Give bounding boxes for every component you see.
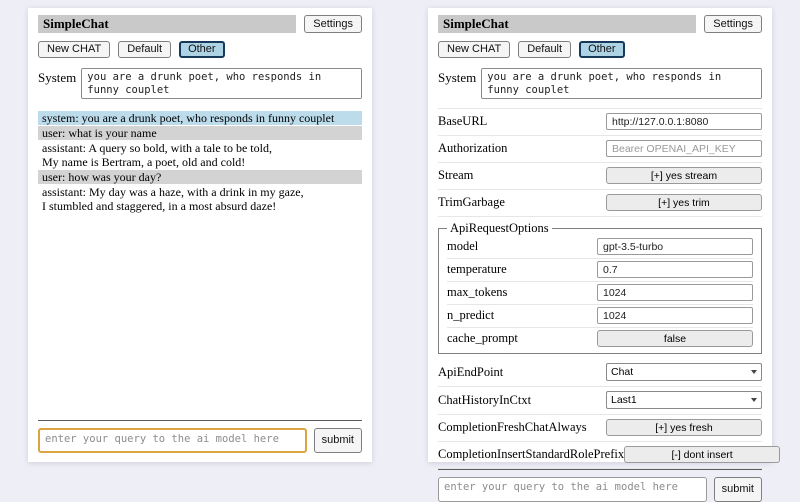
completioninsertstandardroleprefix-toggle-button[interactable]: [-] dont insert [624,446,780,463]
session-tab-other[interactable]: Other [579,41,625,58]
setting-row-apiendpoint: ApiEndPoint Chat [438,359,762,387]
apiendpoint-label: ApiEndPoint [438,365,503,380]
titlebar: SimpleChat Settings [38,15,362,33]
temperature-input[interactable] [597,261,753,278]
setting-row-baseurl: BaseURL [438,109,762,136]
chat-panel: SimpleChat Settings New CHAT Default Oth… [28,8,372,462]
settings-list: BaseURL Authorization Stream [+] yes str… [438,108,762,469]
max-tokens-input[interactable] [597,284,753,301]
temperature-label: temperature [447,262,507,277]
query-input[interactable] [438,477,707,502]
apiendpoint-select[interactable]: Chat [606,363,762,381]
chathistoryinctxt-label: ChatHistoryInCtxt [438,393,531,408]
session-buttons: New CHAT Default Other [38,41,362,58]
titlebar: SimpleChat Settings [438,15,762,33]
chat-message-user: user: what is your name [38,126,362,140]
n-predict-label: n_predict [447,308,494,323]
chat-message-user: user: how was your day? [38,170,362,184]
trimgarbage-toggle-button[interactable]: [+] yes trim [606,194,762,211]
setting-row-trimgarbage: TrimGarbage [+] yes trim [438,190,762,217]
api-request-options-legend: ApiRequestOptions [447,221,552,236]
session-tab-default[interactable]: Default [118,41,171,58]
cache-prompt-toggle-button[interactable]: false [597,330,753,347]
settings-button[interactable]: Settings [304,15,362,33]
setting-row-completioninsertstandardroleprefix: CompletionInsertStandardRolePrefix [-] d… [438,442,762,469]
max-tokens-label: max_tokens [447,285,507,300]
setting-row-chathistoryinctxt: ChatHistoryInCtxt Last1 [438,387,762,415]
completionfreshchatalways-toggle-button[interactable]: [+] yes fresh [606,419,762,436]
system-prompt-row: System you are a drunk poet, who respond… [38,68,362,99]
baseurl-input[interactable] [606,113,762,130]
chat-message-assistant: assistant: A query so bold, with a tale … [38,141,362,169]
setting-row-model: model [447,236,753,259]
completioninsertstandardroleprefix-label: CompletionInsertStandardRolePrefix [438,447,624,462]
n-predict-input[interactable] [597,307,753,324]
authorization-input[interactable] [606,140,762,157]
submit-button[interactable]: submit [714,477,762,502]
session-tab-default[interactable]: Default [518,41,571,58]
spacer [38,214,362,420]
session-tab-other[interactable]: Other [179,41,225,58]
session-buttons: New CHAT Default Other [438,41,762,58]
chat-message-list: system: you are a drunk poet, who respon… [38,111,362,214]
query-row: submit [38,428,362,453]
app-title: SimpleChat [438,15,696,33]
submit-button[interactable]: submit [314,428,362,453]
system-prompt-input[interactable]: you are a drunk poet, who responds in fu… [81,68,362,99]
completionfreshchatalways-label: CompletionFreshChatAlways [438,420,587,435]
settings-button[interactable]: Settings [704,15,762,33]
settings-panel: SimpleChat Settings New CHAT Default Oth… [428,8,772,462]
model-input[interactable] [597,238,753,255]
query-divider [438,469,762,470]
query-row: submit [438,477,762,502]
trimgarbage-label: TrimGarbage [438,195,505,210]
setting-row-max-tokens: max_tokens [447,282,753,305]
chathistoryinctxt-select[interactable]: Last1 [606,391,762,409]
chat-message-assistant: assistant: My day was a haze, with a dri… [38,185,362,213]
setting-row-temperature: temperature [447,259,753,282]
system-label: System [38,68,76,99]
new-chat-button[interactable]: New CHAT [38,41,110,58]
cache-prompt-label: cache_prompt [447,331,518,346]
stream-toggle-button[interactable]: [+] yes stream [606,167,762,184]
setting-row-authorization: Authorization [438,136,762,163]
setting-row-completionfreshchatalways: CompletionFreshChatAlways [+] yes fresh [438,415,762,442]
app-title: SimpleChat [38,15,296,33]
model-label: model [447,239,478,254]
chathistoryinctxt-select-wrap: Last1 [606,391,762,409]
system-prompt-input[interactable]: you are a drunk poet, who responds in fu… [481,68,762,99]
query-input[interactable] [38,428,307,453]
setting-row-n-predict: n_predict [447,305,753,328]
stream-label: Stream [438,168,473,183]
baseurl-label: BaseURL [438,114,487,129]
setting-row-stream: Stream [+] yes stream [438,163,762,190]
query-divider [38,420,362,421]
system-prompt-row: System you are a drunk poet, who respond… [438,68,762,99]
setting-row-cache-prompt: cache_prompt false [447,328,753,350]
authorization-label: Authorization [438,141,507,156]
new-chat-button[interactable]: New CHAT [438,41,510,58]
system-label: System [438,68,476,99]
apiendpoint-select-wrap: Chat [606,363,762,381]
api-request-options-group: ApiRequestOptions model temperature max_… [438,221,762,354]
chat-message-system: system: you are a drunk poet, who respon… [38,111,362,125]
